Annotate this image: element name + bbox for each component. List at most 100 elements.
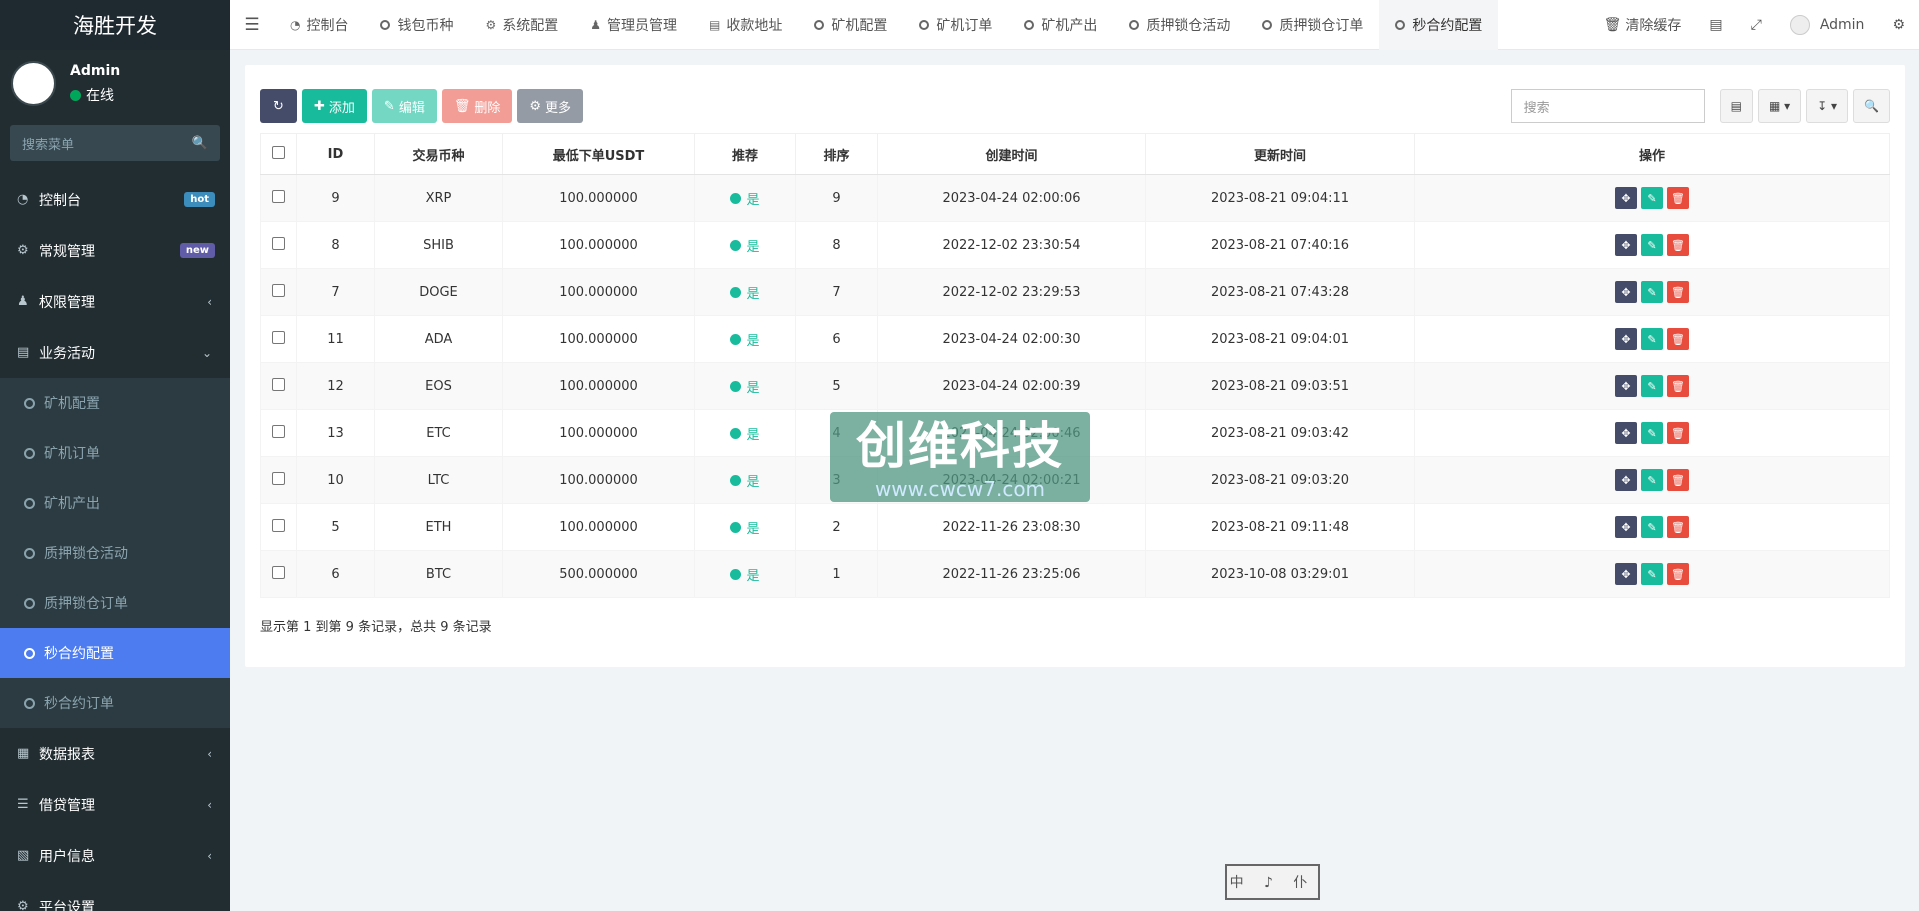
column-header[interactable]: 更新时间: [1145, 133, 1415, 175]
row-checkbox[interactable]: [272, 377, 285, 391]
edit-row-icon[interactable]: ✎: [1641, 516, 1663, 538]
delete-row-icon[interactable]: 🗑: [1667, 375, 1689, 397]
tab-miner-orders[interactable]: 矿机订单: [903, 0, 1008, 50]
search-icon[interactable]: 🔍: [192, 136, 208, 151]
table-row[interactable]: 12 EOS 100.000000 是 5 2023-04-24 02:00:39 2023…: [260, 362, 1890, 410]
recommend-status[interactable]: 是: [730, 471, 760, 490]
add-button[interactable]: ✚ 添加: [302, 89, 367, 123]
recommend-status[interactable]: 是: [730, 377, 760, 396]
table-row[interactable]: 8 SHIB 100.000000 是 8 2022-12-02 23:30:54 2023…: [260, 221, 1890, 269]
column-header[interactable]: 推荐: [694, 133, 796, 175]
tab-staking-activity[interactable]: 质押锁仓活动: [1113, 0, 1246, 50]
row-checkbox[interactable]: [272, 236, 285, 250]
drag-move-icon[interactable]: ✥: [1615, 516, 1637, 538]
column-header[interactable]: 交易币种: [374, 133, 503, 175]
delete-row-icon[interactable]: 🗑: [1667, 469, 1689, 491]
menu-toggle-icon[interactable]: ☰: [230, 15, 274, 35]
search-toggle-button[interactable]: 🔍: [1853, 89, 1890, 123]
edit-row-icon[interactable]: ✎: [1641, 187, 1663, 209]
row-checkbox[interactable]: [272, 518, 285, 532]
sidebar-item-business[interactable]: ▤ 业务活动 ⌄: [0, 327, 230, 378]
drag-move-icon[interactable]: ✥: [1615, 375, 1637, 397]
row-checkbox[interactable]: [272, 471, 285, 485]
user-menu-button[interactable]: Admin: [1776, 0, 1879, 50]
table-row[interactable]: 5 ETH 100.000000 是 2 2022-11-26 23:08:30 2023-…: [260, 503, 1890, 551]
tab-second-contract-config[interactable]: 秒合约配置: [1379, 0, 1499, 50]
recommend-status[interactable]: 是: [730, 518, 760, 537]
edit-row-icon[interactable]: ✎: [1641, 281, 1663, 303]
delete-row-icon[interactable]: 🗑: [1667, 563, 1689, 585]
tab-receive-address[interactable]: ▤ 收款地址: [693, 0, 798, 50]
clear-cache-button[interactable]: 🗑 清除缓存: [1590, 0, 1696, 50]
drag-move-icon[interactable]: ✥: [1615, 563, 1637, 585]
recommend-status[interactable]: 是: [730, 189, 760, 208]
recommend-status[interactable]: 是: [730, 283, 760, 302]
sidebar-item-permissions[interactable]: ♟ 权限管理 ‹: [0, 276, 230, 327]
app-logo[interactable]: 海胜开发: [0, 0, 230, 50]
tab-wallet-coins[interactable]: 钱包币种: [364, 0, 469, 50]
delete-button[interactable]: 🗑 删除: [441, 89, 513, 123]
column-header[interactable]: ID: [296, 133, 375, 175]
edit-row-icon[interactable]: ✎: [1641, 328, 1663, 350]
sidebar-item-users[interactable]: ▧ 用户信息 ‹: [0, 830, 230, 881]
recommend-status[interactable]: 是: [730, 236, 760, 255]
delete-row-icon[interactable]: 🗑: [1667, 422, 1689, 444]
sidebar-subitem-second-contract-config[interactable]: 秒合约配置: [0, 628, 230, 678]
sidebar-subitem-miner-output[interactable]: 矿机产出: [0, 478, 230, 528]
delete-row-icon[interactable]: 🗑: [1667, 328, 1689, 350]
table-row[interactable]: 11 ADA 100.000000 是 6 2023-04-24 02:00:30 2023…: [260, 315, 1890, 363]
table-row[interactable]: 6 BTC 500.000000 是 1 2022-11-26 23:25:06 2023-…: [260, 550, 1890, 598]
edit-button[interactable]: ✎ 编辑: [371, 89, 437, 123]
sidebar-subitem-miner-config[interactable]: 矿机配置: [0, 378, 230, 428]
table-row[interactable]: 7 DOGE 100.000000 是 7 2022-12-02 23:29:53 2023…: [260, 268, 1890, 316]
row-checkbox[interactable]: [272, 283, 285, 297]
export-button[interactable]: ↧ ▾: [1806, 89, 1849, 123]
edit-row-icon[interactable]: ✎: [1641, 375, 1663, 397]
drag-move-icon[interactable]: ✥: [1615, 234, 1637, 256]
sidebar-item-reports[interactable]: ▦ 数据报表 ‹: [0, 728, 230, 779]
translate-icon[interactable]: ▤: [1695, 0, 1736, 50]
sidebar-subitem-staking-orders[interactable]: 质押锁仓订单: [0, 578, 230, 628]
comment-view-button[interactable]: ▤: [1719, 89, 1753, 123]
tab-miner-output[interactable]: 矿机产出: [1008, 0, 1113, 50]
drag-move-icon[interactable]: ✥: [1615, 469, 1637, 491]
edit-row-icon[interactable]: ✎: [1641, 234, 1663, 256]
column-header[interactable]: 创建时间: [877, 133, 1146, 175]
sidebar-subitem-second-contract-orders[interactable]: 秒合约订单: [0, 678, 230, 728]
row-checkbox[interactable]: [272, 330, 285, 344]
edit-row-icon[interactable]: ✎: [1641, 422, 1663, 444]
select-all-checkbox[interactable]: [272, 145, 285, 159]
tab-miner-config[interactable]: 矿机配置: [798, 0, 903, 50]
recommend-status[interactable]: 是: [730, 330, 760, 349]
delete-row-icon[interactable]: 🗑: [1667, 187, 1689, 209]
tab-dashboard[interactable]: ◔ 控制台: [274, 0, 364, 50]
delete-row-icon[interactable]: 🗑: [1667, 516, 1689, 538]
more-button[interactable]: ⚙ 更多: [517, 89, 584, 123]
edit-row-icon[interactable]: ✎: [1641, 563, 1663, 585]
sidebar-item-loans[interactable]: ☰ 借贷管理 ‹: [0, 779, 230, 830]
recommend-status[interactable]: 是: [730, 424, 760, 443]
sidebar-subitem-staking-activity[interactable]: 质押锁仓活动: [0, 528, 230, 578]
drag-move-icon[interactable]: ✥: [1615, 187, 1637, 209]
drag-move-icon[interactable]: ✥: [1615, 281, 1637, 303]
row-checkbox[interactable]: [272, 424, 285, 438]
refresh-button[interactable]: ↻: [260, 89, 297, 123]
edit-row-icon[interactable]: ✎: [1641, 469, 1663, 491]
menu-search-input[interactable]: 搜索菜单 🔍: [10, 125, 220, 161]
column-header[interactable]: 排序: [795, 133, 878, 175]
sidebar-subitem-miner-orders[interactable]: 矿机订单: [0, 428, 230, 478]
tab-admin-manage[interactable]: ♟ 管理员管理: [574, 0, 693, 50]
settings-gear-icon[interactable]: ⚙: [1878, 0, 1919, 50]
drag-move-icon[interactable]: ✥: [1615, 328, 1637, 350]
sidebar-item-general[interactable]: ⚙ 常规管理 new: [0, 225, 230, 276]
columns-toggle-button[interactable]: ▦ ▾: [1757, 89, 1802, 123]
row-checkbox[interactable]: [272, 189, 285, 203]
table-search-input[interactable]: 搜索: [1510, 89, 1705, 123]
recommend-status[interactable]: 是: [730, 565, 760, 584]
tab-system-config[interactable]: ⚙ 系统配置: [469, 0, 574, 50]
drag-move-icon[interactable]: ✥: [1615, 422, 1637, 444]
fullscreen-icon[interactable]: ⤢: [1737, 0, 1776, 50]
sidebar-item-platform-settings[interactable]: ⚙ 平台设置: [0, 881, 230, 911]
sidebar-item-dashboard[interactable]: ◔ 控制台 hot: [0, 174, 230, 225]
tab-staking-orders[interactable]: 质押锁仓订单: [1246, 0, 1379, 50]
